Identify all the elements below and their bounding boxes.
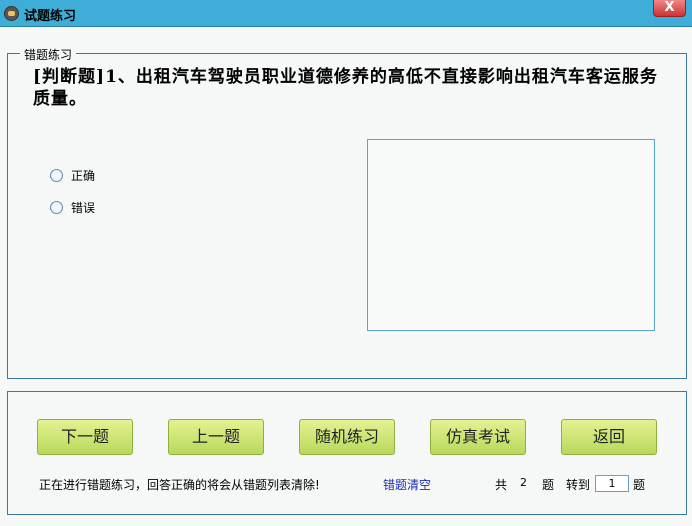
- taxi-app-icon: [4, 6, 19, 21]
- close-button[interactable]: X: [653, 0, 686, 17]
- back-button[interactable]: 返回: [561, 419, 657, 455]
- total-suffix: 题: [542, 478, 555, 492]
- goto-input[interactable]: 1: [595, 475, 629, 492]
- title-bar: 试题练习 X: [0, 0, 692, 27]
- question-image-box: [367, 139, 655, 331]
- option-label: 错误: [71, 201, 96, 215]
- window-title: 试题练习: [24, 9, 77, 24]
- total-count: 2: [520, 476, 527, 489]
- prev-question-button[interactable]: 上一题: [168, 419, 264, 455]
- question-group: 错题练习 [判断题]1、出租汽车驾驶员职业道德修养的高低不直接影响出租汽车客运服…: [7, 46, 687, 379]
- option-label: 正确: [71, 169, 96, 183]
- mock-exam-button[interactable]: 仿真考试: [430, 419, 526, 455]
- next-question-button[interactable]: 下一题: [37, 419, 133, 455]
- goto-suffix: 题: [633, 478, 646, 492]
- random-practice-button[interactable]: 随机练习: [299, 419, 395, 455]
- clear-wrong-link[interactable]: 错题清空: [383, 476, 431, 493]
- goto-label: 转到: [566, 478, 591, 492]
- total-prefix: 共: [495, 478, 508, 492]
- option-correct[interactable]: 正确: [50, 167, 95, 184]
- option-wrong[interactable]: 错误: [50, 199, 95, 216]
- radio-icon[interactable]: [50, 201, 63, 214]
- radio-icon[interactable]: [50, 169, 63, 182]
- question-text: [判断题]1、出租汽车驾驶员职业道德修养的高低不直接影响出租汽车客运服务质量。: [33, 67, 658, 109]
- status-message: 正在进行错题练习，回答正确的将会从错题列表清除!: [39, 478, 320, 492]
- control-panel: 下一题 上一题 随机练习 仿真考试 返回 正在进行错题练习，回答正确的将会从错题…: [7, 391, 687, 515]
- group-legend: 错题练习: [20, 46, 77, 63]
